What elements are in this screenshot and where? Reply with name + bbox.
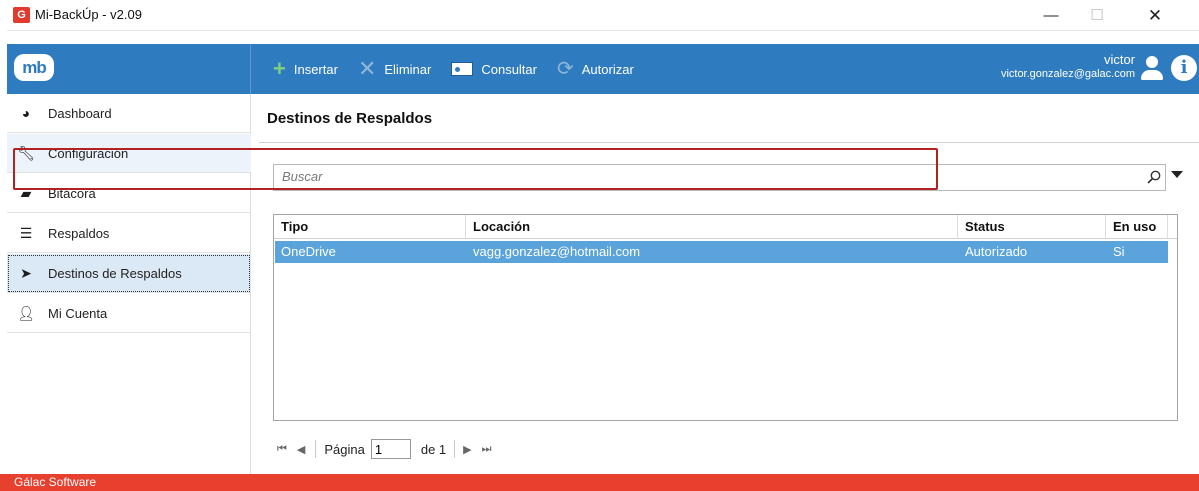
wrench-icon: 🔧︎ — [17, 144, 35, 161]
database-icon: ☰ — [19, 224, 33, 241]
last-page-icon[interactable]: ⏭ — [482, 443, 492, 456]
consult-label: Consultar — [481, 61, 537, 77]
consult-button[interactable]: Consultar — [451, 62, 537, 77]
pager-separator — [315, 440, 317, 458]
page-label: Página — [324, 441, 365, 457]
sidebar-item-label: Bitácora — [48, 185, 96, 201]
insert-button[interactable]: + Insertar — [273, 56, 338, 81]
book-icon: ▰ — [20, 184, 32, 201]
cell-en-uso: Si — [1113, 244, 1125, 259]
data-grid: Tipo Locación Status En uso OneDrive vag… — [273, 214, 1178, 421]
column-header-status[interactable]: Status — [958, 215, 1106, 239]
chevron-down-icon[interactable] — [1171, 171, 1183, 178]
next-page-icon[interactable]: ▶ — [463, 443, 471, 456]
search-input[interactable] — [282, 169, 1112, 184]
sidebar-item-mi-cuenta[interactable]: 👤︎ Mi Cuenta — [7, 294, 251, 333]
insert-label: Insertar — [293, 61, 338, 77]
delete-button[interactable]: ✕ Eliminar — [357, 56, 432, 81]
toolbar: + Insertar ✕ Eliminar Consultar ⟳ Autori… — [273, 44, 654, 94]
authorize-button[interactable]: ⟳ Autorizar — [556, 58, 634, 80]
user-email: victor.gonzalez@galac.com — [1000, 68, 1135, 80]
page-title: Destinos de Respaldos — [267, 110, 433, 127]
maximize-button[interactable]: ☐ — [1074, 3, 1120, 29]
search-icon[interactable] — [1147, 170, 1161, 184]
logo-area: mb — [7, 44, 251, 94]
sidebar-item-configuracion[interactable]: 🔧︎ Configuración — [7, 134, 251, 173]
delete-x-icon: ✕ — [357, 56, 377, 81]
plus-icon: + — [273, 56, 286, 81]
sidebar-item-label: Mi Cuenta — [48, 305, 108, 321]
app-logo: mb — [14, 54, 54, 81]
prev-page-icon[interactable]: ◀ — [297, 443, 305, 456]
user-info: victor victor.gonzalez@galac.com — [1001, 52, 1135, 82]
top-bar: mb + Insertar ✕ Eliminar Consultar ⟳ Aut… — [7, 44, 1199, 94]
refresh-icon: ⟳ — [556, 58, 574, 80]
id-card-icon — [451, 62, 474, 76]
column-header-locacion[interactable]: Locación — [466, 215, 958, 239]
dashboard-icon: ◕ — [21, 105, 31, 121]
column-header-en-uso[interactable]: En uso — [1106, 215, 1168, 239]
search-box — [273, 164, 1166, 191]
cell-status: Autorizado — [965, 244, 1028, 259]
authorize-label: Autorizar — [581, 61, 634, 77]
grid-header: Tipo Locación Status En uso — [274, 215, 1177, 239]
close-button[interactable]: ✕ — [1132, 3, 1178, 29]
cell-locacion: vagg.gonzalez@hotmail.com — [473, 244, 641, 259]
cell-tipo: OneDrive — [281, 244, 336, 259]
pager-separator — [454, 440, 456, 458]
app-window: G Mi-BackÚp - v2.09 — ☐ ✕ mb + Insertar … — [0, 0, 1199, 491]
main-content: Destinos de Respaldos Tipo Locación Stat… — [251, 94, 1199, 474]
sidebar-item-label: Dashboard — [48, 105, 112, 121]
divider — [259, 142, 1199, 143]
first-page-icon[interactable]: ⏮ — [277, 443, 287, 456]
user-icon: 👤︎ — [17, 304, 35, 321]
window-title: Mi-BackÚp - v2.09 — [35, 7, 142, 22]
page-number-input[interactable] — [370, 439, 411, 459]
column-header-tipo[interactable]: Tipo — [274, 215, 466, 239]
user-name: victor — [1103, 52, 1135, 67]
page-total-label: de 1 — [420, 441, 447, 457]
minimize-button[interactable]: — — [1028, 3, 1074, 29]
sidebar-item-label: Configuración — [48, 145, 129, 161]
status-bar: Gálac Software — [0, 474, 1199, 491]
info-icon[interactable]: i — [1171, 55, 1197, 81]
sidebar-item-label: Respaldos — [48, 225, 110, 241]
sidebar-item-bitacora[interactable]: ▰ Bitácora — [7, 174, 251, 213]
send-icon: ➤ — [20, 264, 32, 281]
sidebar: ◕ Dashboard 🔧︎ Configuración ▰ Bitácora … — [7, 94, 251, 474]
delete-label: Eliminar — [384, 61, 432, 77]
sidebar-item-respaldos[interactable]: ☰ Respaldos — [7, 214, 251, 253]
user-avatar-icon[interactable] — [1139, 56, 1165, 82]
sidebar-item-dashboard[interactable]: ◕ Dashboard — [7, 94, 251, 133]
window-left-edge — [0, 0, 7, 491]
title-bar: G Mi-BackÚp - v2.09 — ☐ ✕ — [0, 0, 1199, 31]
pager: ⏮ ◀ Página de 1 ▶ ⏭ — [277, 437, 502, 461]
sidebar-item-destinos[interactable]: ➤ Destinos de Respaldos — [7, 254, 251, 293]
sidebar-item-label: Destinos de Respaldos — [48, 265, 182, 281]
table-row[interactable]: OneDrive vagg.gonzalez@hotmail.com Autor… — [275, 241, 1168, 263]
app-icon: G — [13, 7, 30, 23]
status-bar-text: Gálac Software — [14, 475, 97, 489]
